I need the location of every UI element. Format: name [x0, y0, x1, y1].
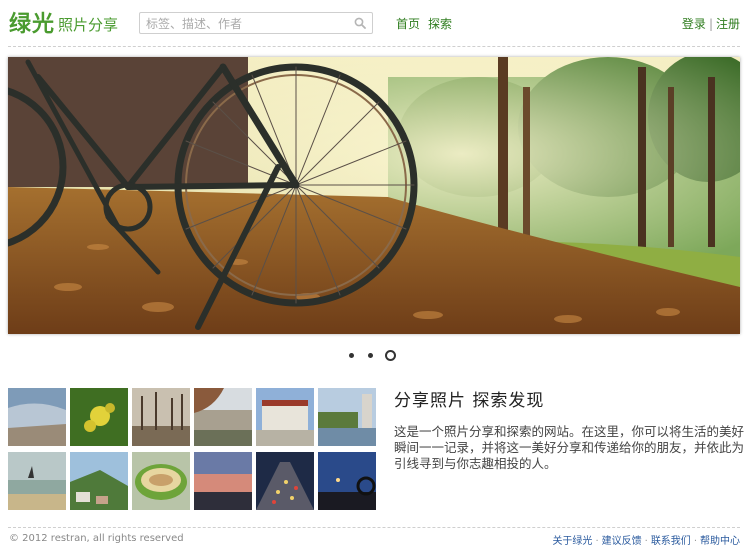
photo-thumbnail[interactable] — [70, 452, 128, 510]
header: 绿光 照片分享 首页探索 登录|注册 — [0, 0, 750, 46]
footer-link-feedback[interactable]: 建议反馈 — [602, 536, 642, 547]
logo[interactable]: 绿光 — [9, 6, 55, 38]
photo-thumbnail[interactable] — [194, 452, 252, 510]
slide-dot-3-active[interactable] — [385, 350, 396, 361]
bicycle-autumn-photo — [8, 57, 740, 334]
photo-thumbnail[interactable] — [194, 388, 252, 446]
header-divider — [8, 46, 740, 47]
intro-text: 这是一个照片分享和探索的网站。在这里，你可以将生活的美好瞬间一一记录，并将这一美… — [394, 424, 745, 471]
nav-explore-link[interactable]: 探索 — [428, 17, 452, 31]
intro-section: 分享照片 探索发现 这是一个照片分享和探索的网站。在这里，你可以将生活的美好瞬间… — [394, 386, 744, 472]
photo-thumbnail[interactable] — [132, 388, 190, 446]
footer-divider — [8, 527, 740, 528]
register-link[interactable]: 注册 — [716, 17, 740, 31]
copyright: © 2012 restran, all rights reserved — [9, 533, 184, 544]
footer-separator: · — [595, 536, 599, 547]
nav-home-link[interactable]: 首页 — [396, 17, 420, 31]
slide-dot-2[interactable] — [368, 353, 373, 358]
photo-thumbnail[interactable] — [132, 452, 190, 510]
login-link[interactable]: 登录 — [682, 17, 706, 31]
photo-thumbnail[interactable] — [70, 388, 128, 446]
photo-thumbnail[interactable] — [8, 452, 66, 510]
auth-links: 登录 | 注册 — [682, 15, 740, 32]
footer-separator: · — [693, 536, 697, 547]
search-input[interactable] — [140, 14, 345, 34]
search-box — [139, 12, 373, 34]
auth-separator: | — [708, 17, 713, 31]
footer-links: 关于绿光 · 建议反馈 · 联系我们 · 帮助中心 — [552, 532, 740, 547]
photo-thumbnail[interactable] — [8, 388, 66, 446]
logo-subtitle: 照片分享 — [58, 16, 119, 34]
footer-separator: · — [644, 536, 648, 547]
intro-title: 分享照片 探索发现 — [394, 391, 545, 411]
photo-thumbnail[interactable] — [256, 388, 314, 446]
main-nav: 首页 探索 — [396, 15, 460, 32]
photo-thumbnail[interactable] — [318, 388, 376, 446]
footer-link-about[interactable]: 关于绿光 — [552, 536, 592, 547]
hero-banner-image[interactable] — [8, 57, 740, 334]
footer-link-help[interactable]: 帮助中心 — [700, 536, 740, 547]
footer-link-contact[interactable]: 联系我们 — [651, 536, 691, 547]
slide-dot-1[interactable] — [349, 353, 354, 358]
photo-thumbnail[interactable] — [318, 452, 376, 510]
search-icon[interactable] — [354, 17, 366, 29]
photo-thumbnail[interactable] — [256, 452, 314, 510]
